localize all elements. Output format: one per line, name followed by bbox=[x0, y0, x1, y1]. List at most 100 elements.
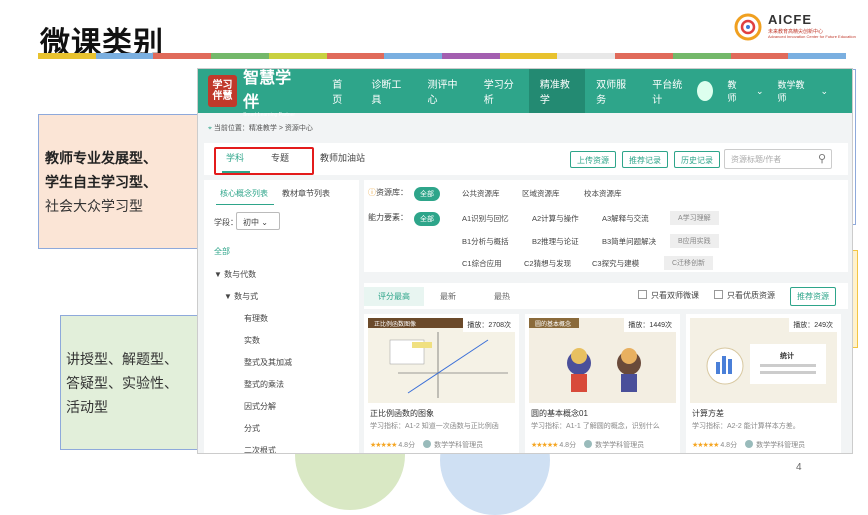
play-count: 播放：249次 bbox=[789, 318, 837, 332]
filter-quality-checkbox[interactable]: 只看优质资源 bbox=[714, 290, 775, 301]
tab-textbook-chapters[interactable]: 教材章节列表 bbox=[282, 188, 330, 199]
recommend-resource-button[interactable]: 推荐资源 bbox=[790, 287, 836, 306]
author: 数学学科管理员 bbox=[434, 442, 484, 449]
ability-option[interactable]: A2计算与操作 bbox=[532, 213, 579, 224]
thumbnail-title: 统计 bbox=[780, 351, 794, 360]
nav-item-statistics[interactable]: 平台统计 bbox=[641, 69, 697, 113]
nav-item-diagnosis[interactable]: 诊断工具 bbox=[360, 69, 416, 113]
chevron-down-icon[interactable]: ⌄ bbox=[820, 86, 828, 97]
tab-teacher-station[interactable]: 教师加油站 bbox=[320, 151, 365, 164]
nav-item-dual-teacher[interactable]: 双师服务 bbox=[585, 69, 641, 113]
sidebar-tab-underline bbox=[216, 204, 274, 205]
resource-label-text: 资源库： bbox=[376, 188, 408, 197]
rating: 4.8分 bbox=[398, 442, 416, 449]
tree-item[interactable]: ▼ 数与式 bbox=[224, 291, 258, 302]
color-bar-segment bbox=[788, 53, 847, 59]
chevron-down-icon[interactable]: ⌄ bbox=[756, 86, 764, 97]
ability-option[interactable]: B3简单问题解决 bbox=[602, 236, 656, 247]
role-label[interactable]: 教师 bbox=[727, 78, 741, 104]
card-description: 学习指标：A1-1 了解圆的概念，识别什么 bbox=[531, 423, 660, 430]
nav-item-precision-teaching[interactable]: 精准教学 bbox=[528, 69, 586, 113]
tree-item[interactable]: 有理数 bbox=[244, 313, 268, 324]
sort-rating[interactable]: 评分最高 bbox=[364, 287, 424, 306]
resource-option[interactable]: 区域资源库 bbox=[522, 188, 560, 199]
tab-topic[interactable]: 专题 bbox=[271, 151, 289, 164]
ability-category-tag[interactable]: C迁移创新 bbox=[664, 256, 714, 270]
tree-item[interactable]: 二次根式 bbox=[244, 445, 276, 453]
sort-bar: 评分最高 最新 最热 只看双师微课 只看优质资源 推荐资源 bbox=[364, 283, 848, 309]
rating: 4.8分 bbox=[559, 442, 577, 449]
rating-stars-icon: ★★★★★ bbox=[370, 442, 397, 449]
tree-item-all[interactable]: 全部 bbox=[214, 246, 230, 257]
rating-stars-icon: ★★★★★ bbox=[692, 442, 719, 449]
tree-item[interactable]: 因式分解 bbox=[244, 401, 276, 412]
color-bar-segment bbox=[211, 53, 269, 59]
color-bar-segment bbox=[557, 53, 616, 59]
play-count: 播放：2708次 bbox=[463, 318, 515, 332]
tree-item[interactable]: 整式及其加减 bbox=[244, 357, 292, 368]
nav-item-home[interactable]: 首页 bbox=[321, 69, 360, 113]
user-name[interactable]: 数学教师 bbox=[778, 78, 807, 104]
help-icon: ⓘ bbox=[368, 188, 376, 197]
box1-line: 学生自主学习型、 bbox=[45, 175, 157, 191]
color-bar-segment bbox=[384, 53, 443, 59]
search-icon[interactable]: ⚲ bbox=[818, 152, 826, 165]
resource-option[interactable]: 公共资源库 bbox=[462, 188, 500, 199]
resource-card[interactable]: 圆的基本概念 播放：1449次 圆的基本概念01 学习指标：A1-1 了解圆的概… bbox=[525, 314, 680, 453]
history-button[interactable]: 历史记录 bbox=[674, 151, 720, 168]
ability-option[interactable]: C2猜想与发现 bbox=[524, 258, 571, 269]
ability-option[interactable]: C1综合应用 bbox=[462, 258, 502, 269]
tab-core-concepts[interactable]: 核心概念列表 bbox=[220, 188, 268, 199]
chevron-down-icon: ⌄ bbox=[261, 218, 268, 227]
category-box-types: 讲授型、解题型、 答疑型、实验性、 活动型 bbox=[60, 315, 200, 450]
recommend-record-button[interactable]: 推荐记录 bbox=[622, 151, 668, 168]
rating: 4.8分 bbox=[720, 442, 738, 449]
ability-option[interactable]: A3解释与交流 bbox=[602, 213, 649, 224]
avatar[interactable] bbox=[697, 81, 714, 101]
color-bar-segment bbox=[499, 53, 558, 59]
upload-button[interactable]: 上传资源 bbox=[570, 151, 616, 168]
tree-item[interactable]: 分式 bbox=[244, 423, 260, 434]
sort-newest[interactable]: 最新 bbox=[440, 291, 456, 302]
resource-card[interactable]: 统计 播放：249次 计算方差 学习指标：A2-2 能计算样本方差。 ★★★★★… bbox=[686, 314, 841, 453]
card-description: 学习指标：A2-2 能计算样本方差。 bbox=[692, 423, 800, 430]
resource-all-pill[interactable]: 全部 bbox=[414, 187, 440, 201]
sort-hottest[interactable]: 最热 bbox=[494, 291, 510, 302]
resource-option[interactable]: 校本资源库 bbox=[584, 188, 622, 199]
ability-category-tag[interactable]: B应用实践 bbox=[670, 234, 719, 248]
page-number: 4 bbox=[796, 462, 802, 473]
ability-all-pill[interactable]: 全部 bbox=[414, 212, 440, 226]
search-placeholder: 资源标题/作者 bbox=[731, 155, 782, 164]
sidebar: 核心概念列表 教材章节列表 学段： 初中 ⌄ 全部 ▼ 数与代数 ▼ 数与式 有… bbox=[204, 180, 359, 453]
tree-item[interactable]: ▼ 数与代数 bbox=[214, 269, 256, 280]
filter-dual-teacher-checkbox[interactable]: 只看双师微课 bbox=[638, 290, 699, 301]
tree-item[interactable]: 实数 bbox=[244, 335, 260, 346]
color-bar-segment bbox=[672, 53, 731, 59]
card-meta: ★★★★★ 4.8分 数学学科管理员 bbox=[692, 440, 805, 450]
card-title[interactable]: 圆的基本概念01 bbox=[531, 408, 588, 419]
stage-select[interactable]: 初中 ⌄ bbox=[236, 212, 280, 230]
resource-card[interactable]: 正比例函数图像 播放：2708次 正比例函数的图象 学习指标：A1-2 知道一次… bbox=[364, 314, 519, 453]
color-bar-segment bbox=[326, 53, 385, 59]
box2-line: 讲授型、解题型、 bbox=[66, 352, 178, 368]
ability-option[interactable]: C3探究与建模 bbox=[592, 258, 639, 269]
brand-logo[interactable]: 学习伴慧 bbox=[208, 75, 238, 107]
search-input[interactable]: 资源标题/作者 ⚲ bbox=[724, 149, 832, 169]
box2-line: 答疑型、实验性、 bbox=[66, 376, 178, 392]
brand-subtitle: Smart Learning Partner bbox=[243, 112, 296, 118]
ability-option[interactable]: B2推理与论证 bbox=[532, 236, 579, 247]
card-meta: ★★★★★ 4.8分 数学学科管理员 bbox=[531, 440, 644, 450]
nav-item-assessment[interactable]: 测评中心 bbox=[417, 69, 473, 113]
card-title[interactable]: 正比例函数的图象 bbox=[370, 408, 434, 419]
user-icon bbox=[745, 440, 754, 448]
user-area: 教师 ⌄ 数学教师 ⌄ bbox=[697, 78, 852, 104]
tab-subject[interactable]: 学科 bbox=[226, 151, 244, 164]
ability-category-tag[interactable]: A学习理解 bbox=[670, 211, 719, 225]
color-bar-segment bbox=[615, 53, 673, 59]
tab-underline bbox=[222, 171, 250, 173]
ability-option[interactable]: A1识别与回忆 bbox=[462, 213, 509, 224]
nav-item-analysis[interactable]: 学习分析 bbox=[473, 69, 529, 113]
card-title[interactable]: 计算方差 bbox=[692, 408, 724, 419]
tree-item[interactable]: 整式的乘法 bbox=[244, 379, 284, 390]
ability-option[interactable]: B1分析与概括 bbox=[462, 236, 509, 247]
